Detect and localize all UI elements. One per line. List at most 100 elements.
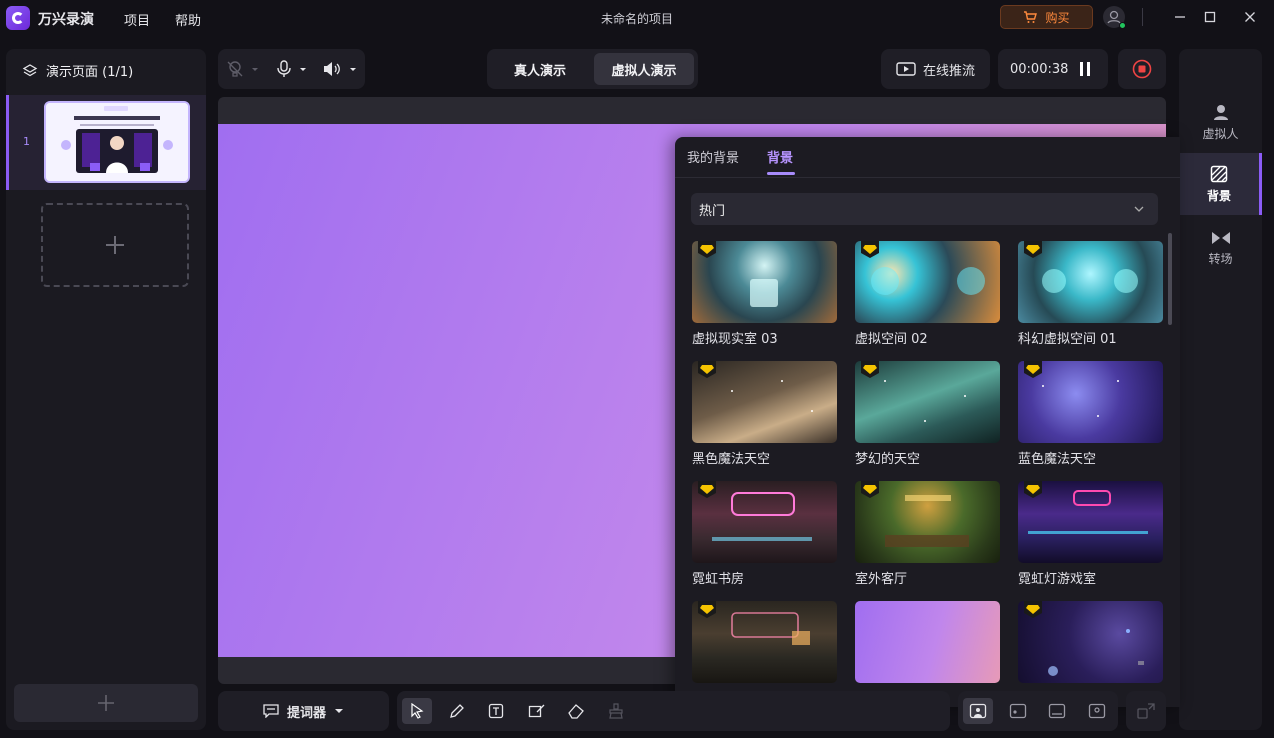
select-tool[interactable]	[402, 698, 432, 724]
presentation-mode-switch: 真人演示 虚拟人演示	[487, 49, 698, 89]
layout-full-icon	[969, 703, 987, 719]
background-card[interactable]: 虚拟现实室 03	[692, 241, 837, 347]
tab-my-backgrounds[interactable]: 我的背景	[687, 147, 739, 166]
background-card[interactable]: 霓虹书房	[692, 481, 837, 587]
premium-diamond-icon	[698, 241, 716, 258]
background-card[interactable]: 室外客厅	[855, 481, 1000, 587]
chevron-down-icon[interactable]	[348, 60, 358, 78]
plus-icon	[98, 695, 114, 711]
slides-header-label: 演示页面 (1/1)	[46, 65, 134, 80]
layout-options	[958, 691, 1118, 731]
cursor-icon	[411, 703, 424, 719]
category-select[interactable]: 热门	[691, 193, 1158, 225]
sidebar-item-label: 转场	[1208, 251, 1233, 266]
sidebar-item-label: 虚拟人	[1202, 126, 1239, 141]
timer-value: 00:00:38	[1010, 62, 1069, 77]
close-button[interactable]	[1238, 6, 1262, 28]
background-card[interactable]: 科幻虚拟空间 01	[1018, 241, 1163, 347]
slide-item[interactable]: 1	[6, 95, 206, 190]
sidebar-item-transition[interactable]: 转场	[1179, 217, 1262, 279]
background-thumbnail[interactable]	[1018, 601, 1163, 683]
background-thumbnail[interactable]	[855, 241, 1000, 323]
maximize-icon	[1204, 11, 1216, 23]
background-card-label: 霓虹灯游戏室	[1018, 572, 1097, 587]
chevron-down-icon[interactable]	[298, 60, 308, 78]
speaker-icon[interactable]	[322, 60, 342, 78]
minimize-icon	[1175, 16, 1185, 18]
live-stream-label: 在线推流	[922, 63, 975, 79]
background-card-label: 虚拟空间 02	[855, 332, 928, 347]
layout-option-4[interactable]	[1082, 698, 1112, 724]
eraser-tool[interactable]	[561, 698, 591, 724]
teleprompter-label: 提词器	[286, 705, 326, 721]
background-card[interactable]: 黑色魔法天空	[692, 361, 837, 467]
swap-layout-button[interactable]	[1126, 691, 1166, 731]
background-thumbnail[interactable]	[692, 361, 837, 443]
teleprompter-button[interactable]: 提词器	[218, 691, 389, 731]
layout-option-1[interactable]	[963, 698, 993, 724]
divider	[1142, 8, 1143, 26]
background-icon	[1210, 165, 1228, 182]
background-card-label: 梦幻的天空	[855, 452, 921, 467]
premium-diamond-icon	[1024, 601, 1042, 618]
background-thumbnail[interactable]	[1018, 241, 1163, 323]
background-card[interactable]: 蓝色魔法天空	[1018, 361, 1163, 467]
layout-option-2[interactable]	[1003, 698, 1033, 724]
add-slide-placeholder[interactable]	[41, 203, 189, 287]
premium-diamond-icon	[1024, 481, 1042, 498]
layout-option-3[interactable]	[1042, 698, 1072, 724]
teleprompter-icon	[263, 704, 279, 718]
slide-number: 1	[23, 135, 30, 148]
tab-live-presenter[interactable]: 真人演示	[491, 53, 589, 85]
background-thumbnail[interactable]	[1018, 481, 1163, 563]
layout-presenter-icon	[1088, 703, 1106, 719]
pause-icon[interactable]	[1078, 61, 1092, 77]
background-card[interactable]: 梦幻的天空	[855, 361, 1000, 467]
minimize-button[interactable]	[1168, 6, 1192, 28]
stop-recording-button[interactable]	[1118, 49, 1166, 89]
live-stream-button[interactable]: 在线推流	[881, 49, 990, 89]
slide-thumbnail[interactable]	[44, 101, 190, 183]
sidebar-item-avatar[interactable]: 虚拟人	[1179, 91, 1262, 153]
scrollbar-thumb[interactable]	[1168, 233, 1172, 325]
background-card[interactable]: 霓虹灯游戏室	[1018, 481, 1163, 587]
layout-slide-icon	[1048, 703, 1066, 719]
chevron-down-icon[interactable]	[250, 60, 260, 78]
chevron-down-icon	[1134, 206, 1144, 212]
background-thumbnail[interactable]	[692, 241, 837, 323]
background-thumbnail[interactable]	[692, 601, 837, 683]
broom-icon	[609, 703, 623, 719]
category-select-value: 热门	[699, 203, 726, 219]
swap-icon	[1137, 703, 1155, 719]
premium-diamond-icon	[1024, 361, 1042, 378]
sidebar-item-background[interactable]: 背景	[1179, 153, 1262, 215]
sticky-note-tool[interactable]	[522, 698, 552, 724]
layout-corner-icon	[1009, 703, 1027, 719]
note-icon	[528, 704, 545, 718]
background-thumbnail[interactable]	[1018, 361, 1163, 443]
background-thumbnail[interactable]	[855, 481, 1000, 563]
premium-diamond-icon	[861, 361, 879, 378]
online-status-dot	[1119, 22, 1126, 29]
microphone-icon[interactable]	[276, 60, 292, 78]
camera-off-icon[interactable]	[226, 60, 244, 78]
buy-label: 购买	[1045, 10, 1070, 25]
pen-tool[interactable]	[442, 698, 472, 724]
user-avatar[interactable]	[1103, 6, 1126, 29]
maximize-button[interactable]	[1198, 6, 1222, 28]
buy-button[interactable]: 购买	[1000, 5, 1093, 29]
clear-tool[interactable]	[601, 698, 631, 724]
tab-backgrounds[interactable]: 背景	[767, 147, 793, 166]
background-thumbnail[interactable]	[692, 481, 837, 563]
background-thumbnail[interactable]	[855, 601, 1000, 683]
add-slide-button[interactable]	[14, 684, 198, 722]
stop-icon	[1132, 59, 1152, 79]
text-tool[interactable]	[481, 698, 511, 724]
cart-icon	[1024, 10, 1038, 23]
background-thumbnail[interactable]	[855, 361, 1000, 443]
recording-timer: 00:00:38	[998, 49, 1108, 89]
tab-virtual-presenter[interactable]: 虚拟人演示	[594, 53, 694, 85]
sidebar-item-label: 背景	[1206, 188, 1231, 203]
background-card[interactable]: 虚拟空间 02	[855, 241, 1000, 347]
active-tab-indicator	[767, 172, 795, 175]
